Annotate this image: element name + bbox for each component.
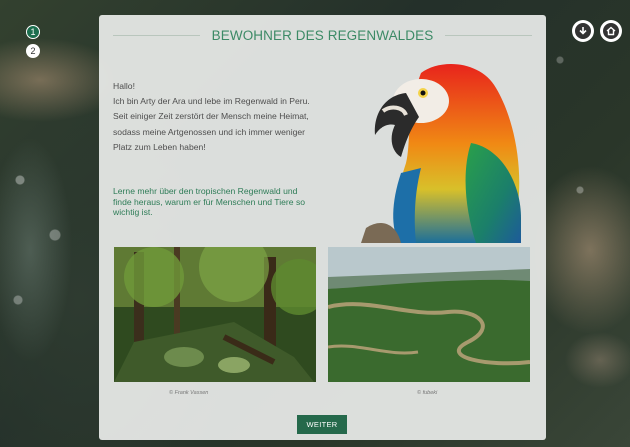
download-icon <box>575 23 591 39</box>
photo-credit-right: © fubeki <box>417 390 438 396</box>
top-icon-bar <box>572 20 622 42</box>
home-button[interactable] <box>600 20 622 42</box>
photo-credit-left: © Frank Vassen <box>169 390 209 396</box>
step-navigation: 1 2 <box>26 25 42 63</box>
rainforest-interior-photo <box>114 247 316 382</box>
macaw-image <box>361 64 521 243</box>
download-button[interactable] <box>572 20 594 42</box>
title-divider-left <box>113 34 200 36</box>
intro-paragraph: Ich bin Arty der Ara und lebe im Regenwa… <box>113 96 310 152</box>
home-icon <box>603 23 619 39</box>
step-1-indicator[interactable]: 1 <box>26 25 40 39</box>
content-panel: BEWOHNER DES REGENWALDES Hallo! Ich bin … <box>99 15 546 440</box>
rainforest-aerial-photo <box>328 247 530 382</box>
greeting-text: Hallo! <box>113 81 135 91</box>
title-row: BEWOHNER DES REGENWALDES <box>113 25 532 45</box>
next-button[interactable]: WEITER <box>297 415 347 434</box>
learn-more-text: Lerne mehr über den tropischen Regenwald… <box>113 186 306 217</box>
intro-text: Hallo! Ich bin Arty der Ara und lebe im … <box>113 79 321 155</box>
page-title: BEWOHNER DES REGENWALDES <box>211 27 434 43</box>
title-divider-right <box>445 34 532 36</box>
step-2-indicator[interactable]: 2 <box>26 44 40 58</box>
